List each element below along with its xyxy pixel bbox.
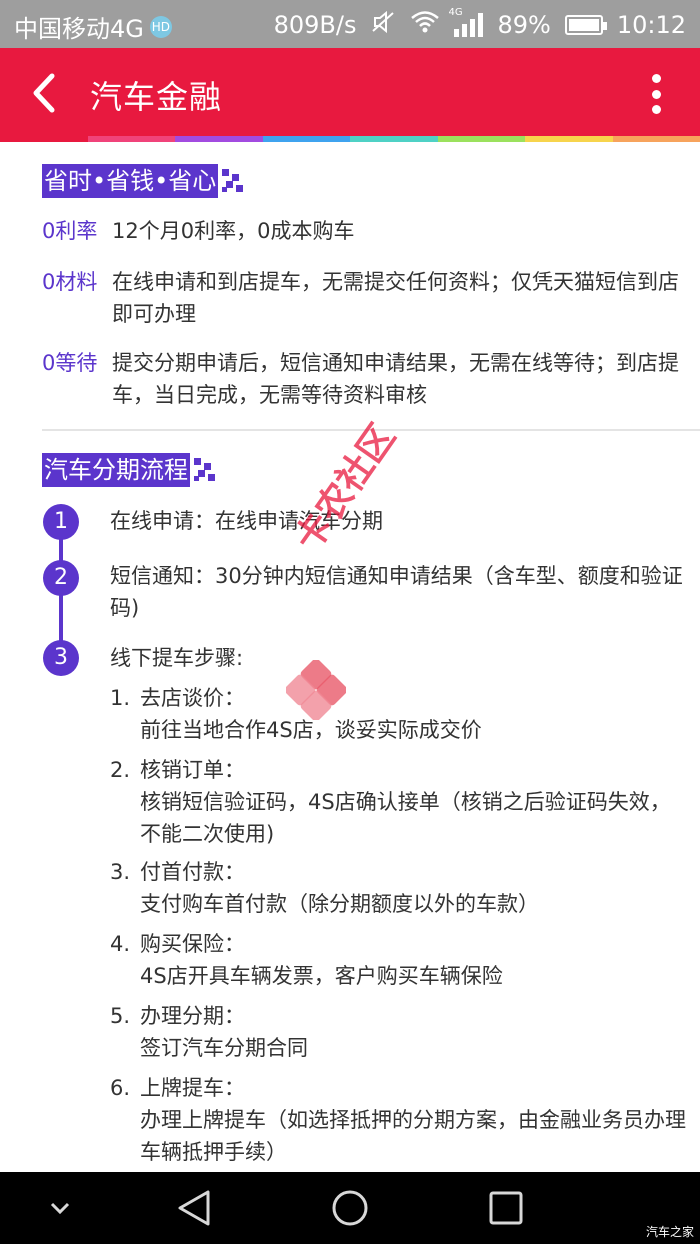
step-number-badge: 3 (43, 640, 79, 676)
step-text: 在线申请：在线申请汽车分期 (110, 509, 383, 533)
list-item: 4. 购买保险： 4S店开具车辆发票，客户购买车辆保险 (110, 928, 690, 992)
status-right: 809B/s 4G 89% 10:12 (273, 7, 686, 41)
battery-icon (564, 15, 607, 35)
list-item-title: 核销订单： (140, 758, 245, 782)
list-item-number: 3. (110, 860, 131, 884)
chevron-left-icon (33, 73, 55, 113)
list-item-title: 上牌提车： (140, 1076, 245, 1100)
list-item-number: 6. (110, 1076, 131, 1100)
list-item-desc: 核销短信验证码，4S店确认接单（核销之后验证码失效，不能二次使用) (140, 790, 671, 846)
list-item-desc: 前往当地合作4S店，谈妥实际成交价 (140, 718, 482, 742)
nav-collapse-button[interactable] (40, 1188, 80, 1228)
step-text: 短信通知：30分钟内短信通知申请结果（含车型、额度和验证码) (110, 564, 683, 620)
status-left: 中国移动4G HD (14, 9, 172, 44)
wifi-icon (410, 10, 440, 40)
network-type-label: 4G (448, 7, 463, 18)
list-item: 5. 办理分期： 签订汽车分期合同 (110, 1000, 690, 1064)
feature-key: 0等待 (42, 351, 98, 375)
qr-decoration-icon (222, 169, 246, 193)
list-item-desc: 4S店开具车辆发票，客户购买车辆保险 (140, 964, 503, 988)
nav-home-button[interactable] (330, 1188, 370, 1228)
section-title-text: 省时•省钱•省心 (42, 164, 219, 198)
section-divider (42, 429, 700, 431)
circle-home-icon (332, 1190, 368, 1226)
list-item-title: 去店谈价： (140, 686, 245, 710)
list-item-title: 付首付款： (140, 860, 245, 884)
feature-value: 提交分期申请后，短信通知申请结果，无需在线等待；到店提车，当日完成，无需等待资料… (112, 351, 679, 407)
app-header: 汽车金融 (0, 48, 700, 138)
feature-key: 0利率 (42, 219, 98, 243)
feature-item: 0材料 在线申请和到店提车，无需提交任何资料；仅凭天猫短信到店即可办理 (42, 266, 682, 330)
qr-decoration-icon (194, 458, 218, 482)
feature-value: 12个月0利率，0成本购车 (112, 219, 355, 243)
list-item-number: 1. (110, 686, 131, 710)
section-title-text: 汽车分期流程 (42, 453, 190, 487)
feature-item: 0等待 提交分期申请后，短信通知申请结果，无需在线等待；到店提车，当日完成，无需… (42, 347, 682, 411)
section-title-process: 汽车分期流程 (42, 453, 218, 487)
system-nav-bar: 汽车之家 (0, 1172, 700, 1244)
list-item: 3. 付首付款： 支付购车首付款（除分期额度以外的车款） (110, 856, 690, 920)
cell-signal-icon: 4G (448, 7, 484, 37)
list-item-desc: 支付购车首付款（除分期额度以外的车款） (140, 892, 539, 916)
step-number-badge: 1 (43, 504, 79, 540)
nav-back-button[interactable] (174, 1188, 214, 1228)
hd-voice-icon: HD (149, 15, 172, 38)
section-title-benefits: 省时•省钱•省心 (42, 164, 246, 198)
source-watermark: 汽车之家 (645, 1225, 694, 1239)
list-item: 2. 核销订单： 核销短信验证码，4S店确认接单（核销之后验证码失效，不能二次使… (110, 754, 690, 850)
list-item-number: 5. (110, 1004, 131, 1028)
nav-recent-button[interactable] (486, 1188, 526, 1228)
mute-icon (370, 9, 396, 41)
network-speed: 809B/s (273, 11, 357, 39)
list-item-desc: 办理上牌提车（如选择抵押的分期方案，由金融业务员办理车辆抵押手续） (140, 1108, 686, 1164)
page-title: 汽车金融 (90, 78, 223, 116)
list-item-number: 4. (110, 932, 131, 956)
battery-percent: 89% (497, 11, 551, 39)
carrier-label: 中国移动4G (14, 15, 144, 43)
list-item-title: 购买保险： (140, 932, 245, 956)
main-content[interactable]: 省时•省钱•省心 0利率 12个月0利率，0成本购车 0材料 在线申请和到店提车… (0, 142, 700, 1172)
list-item-title: 办理分期： (140, 1004, 245, 1028)
list-item-desc: 签订汽车分期合同 (140, 1036, 308, 1060)
step-number-badge: 2 (43, 560, 79, 596)
square-recent-icon (489, 1191, 523, 1225)
step-text: 线下提车步骤: (110, 646, 244, 670)
list-item: 6. 上牌提车： 办理上牌提车（如选择抵押的分期方案，由金融业务员办理车辆抵押手… (110, 1072, 690, 1168)
status-bar: 中国移动4G HD 809B/s 4G 89% 10:12 (0, 0, 700, 48)
feature-key: 0材料 (42, 270, 98, 294)
chevron-down-icon (50, 1202, 70, 1215)
back-button[interactable] (26, 68, 66, 118)
feature-value: 在线申请和到店提车，无需提交任何资料；仅凭天猫短信到店即可办理 (112, 270, 679, 326)
feature-item: 0利率 12个月0利率，0成本购车 (42, 215, 682, 247)
list-item-number: 2. (110, 758, 131, 782)
list-item: 1. 去店谈价： 前往当地合作4S店，谈妥实际成交价 (110, 682, 690, 746)
more-vertical-icon (651, 74, 661, 83)
more-options-button[interactable] (648, 74, 664, 114)
clock: 10:12 (616, 11, 686, 39)
triangle-back-icon (178, 1190, 210, 1226)
